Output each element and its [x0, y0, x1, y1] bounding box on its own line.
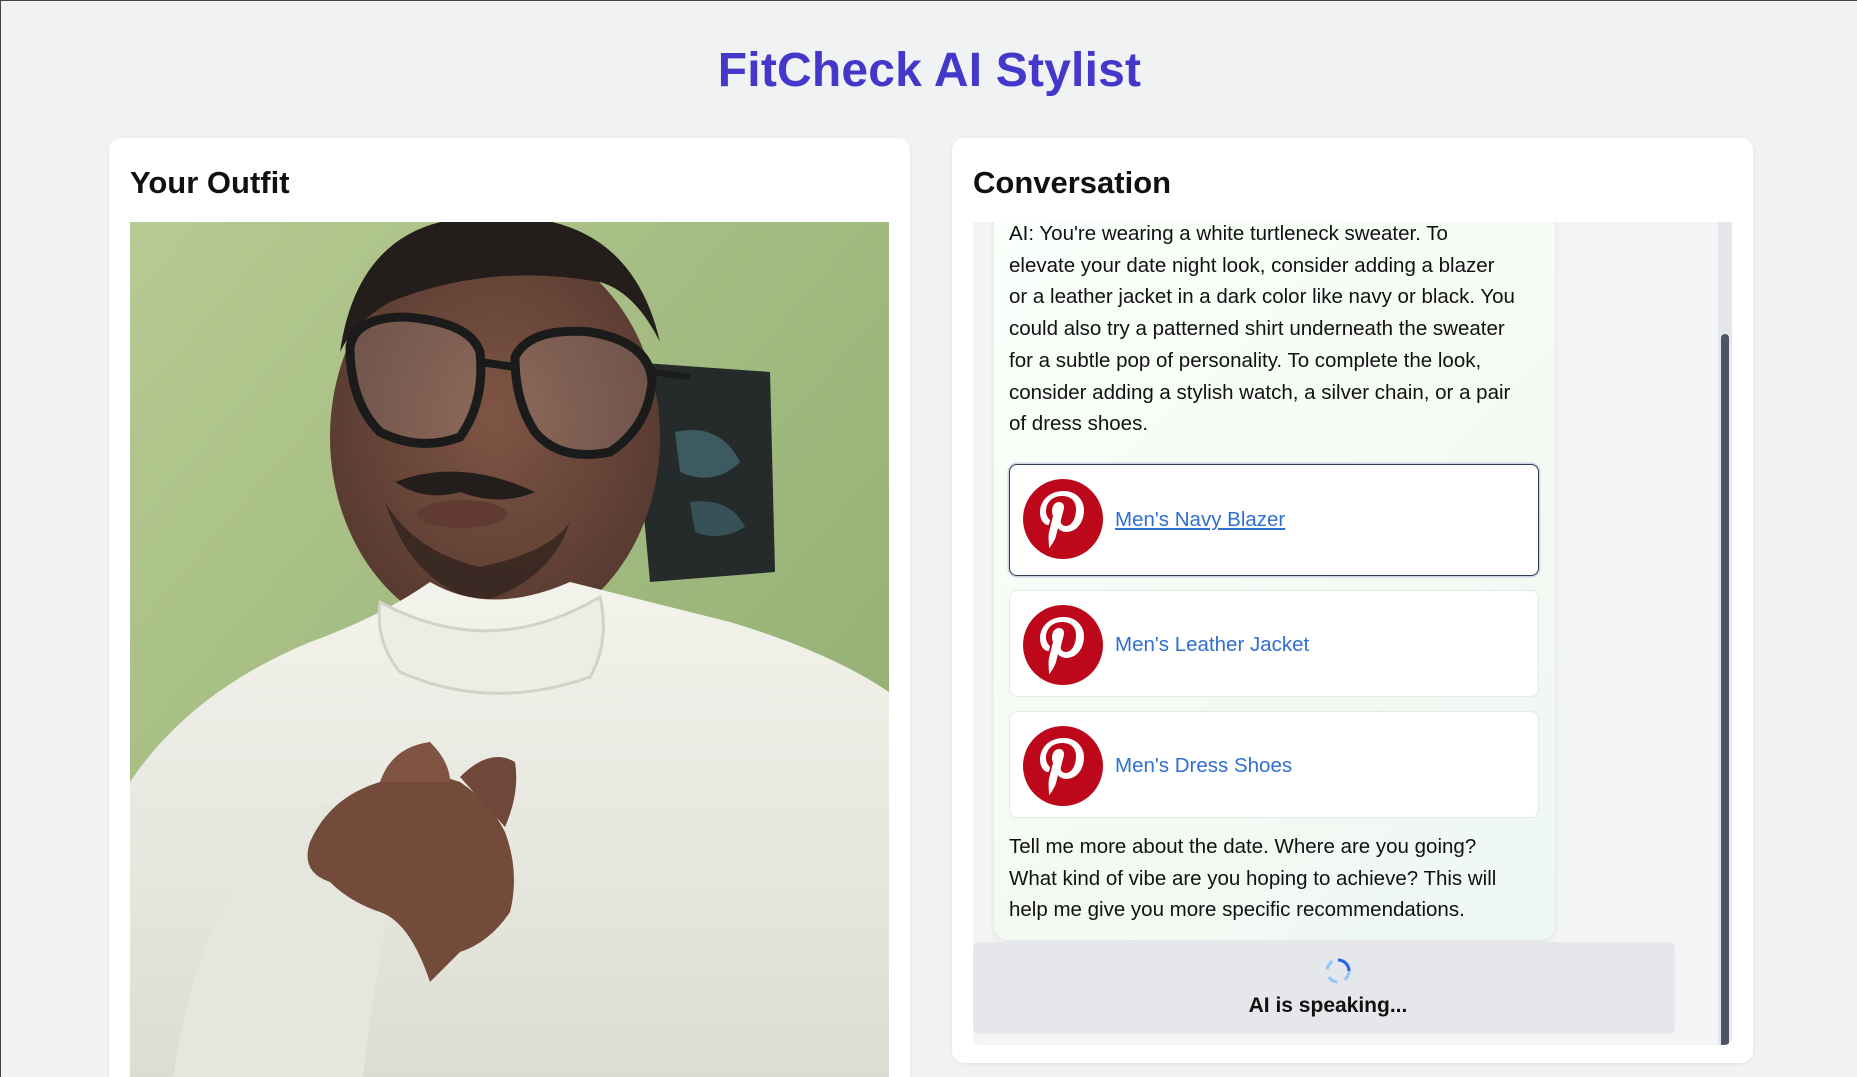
ai-message-followup: Tell me more about the date. Where are y…: [1009, 831, 1544, 926]
ai-message-line: could also try a patterned shirt underne…: [1009, 317, 1505, 341]
ai-message-bubble: AI: You're wearing a white turtleneck sw…: [994, 222, 1555, 940]
pinterest-icon: [1023, 605, 1103, 685]
ai-message-line: consider adding a stylish watch, a silve…: [1009, 380, 1511, 404]
ai-speaking-text: AI is speaking...: [1248, 994, 1408, 1017]
camera-feed: [130, 222, 889, 1077]
app-title: FitCheck AI Stylist: [717, 44, 1142, 97]
ai-message-line: help me give you more specific recommend…: [1009, 898, 1465, 922]
loading-spinner-icon: [1325, 958, 1351, 984]
chat-scrollbar-track[interactable]: [1718, 222, 1732, 1045]
pinterest-link-label: Men's Dress Shoes: [1115, 754, 1293, 777]
pinterest-icon: [1023, 479, 1103, 559]
ai-speaking-status: AI is speaking...: [973, 942, 1675, 1034]
conversation-panel-title: Conversation: [973, 165, 1172, 200]
ai-message-line: elevate your date night look, consider a…: [1009, 253, 1495, 277]
conversation-scroll-area[interactable]: AI: You're wearing a white turtleneck sw…: [973, 222, 1732, 1045]
pinterest-link-card-navy-blazer[interactable]: Men's Navy Blazer: [1009, 464, 1539, 576]
conversation-panel: Conversation AI: You're wearing a white …: [952, 138, 1753, 1063]
pinterest-icon: [1023, 726, 1103, 806]
ai-message-line: of dress shoes.: [1009, 412, 1149, 436]
outfit-panel: Your Outfit: [109, 138, 910, 1077]
pinterest-link-card-leather-jacket[interactable]: Men's Leather Jacket: [1009, 590, 1539, 697]
ai-message-line: for a subtle pop of personality. To comp…: [1009, 348, 1482, 372]
outfit-panel-title: Your Outfit: [130, 165, 290, 200]
pinterest-link-label: Men's Leather Jacket: [1115, 633, 1310, 656]
pinterest-link-label: Men's Navy Blazer: [1115, 508, 1286, 531]
ai-message-line: AI: You're wearing a white turtleneck sw…: [1009, 222, 1448, 245]
ai-message-line: Tell me more about the date. Where are y…: [1009, 835, 1477, 858]
ai-message-line: or a leather jacket in a dark color like…: [1009, 285, 1515, 309]
ai-message-line: What kind of vibe are you hoping to achi…: [1009, 866, 1497, 890]
pinterest-link-card-dress-shoes[interactable]: Men's Dress Shoes: [1009, 711, 1539, 818]
chat-scrollbar-thumb[interactable]: [1721, 334, 1729, 1045]
ai-message-intro: AI: You're wearing a white turtleneck sw…: [1009, 222, 1544, 440]
